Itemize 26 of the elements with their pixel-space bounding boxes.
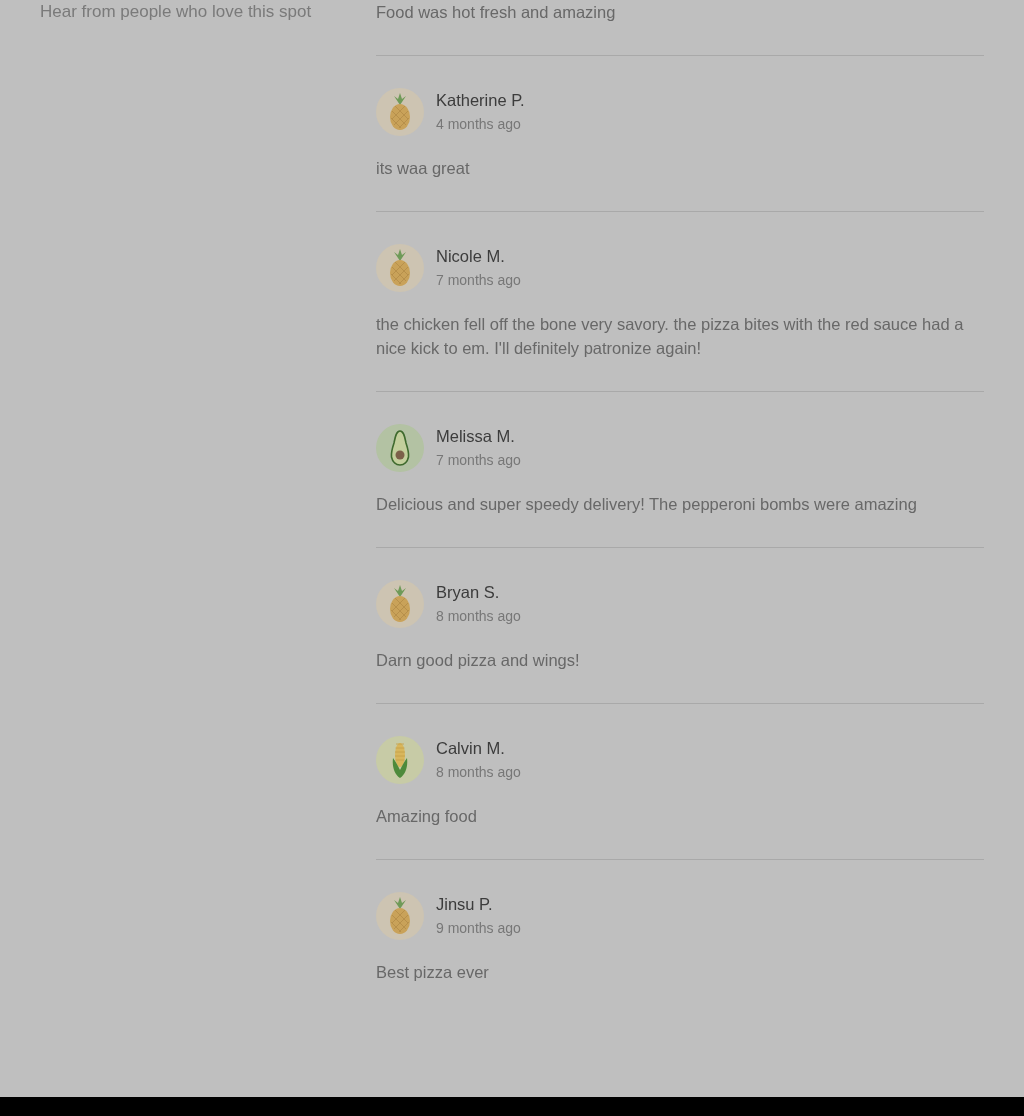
review-date: 7 months ago — [436, 451, 521, 470]
reviewer-name: Calvin M. — [436, 738, 506, 759]
pineapple-icon — [376, 88, 424, 136]
review-text: Delicious and super speedy delivery! The pepperoni bombs were amazing — [376, 494, 918, 515]
review-text: Food was hot fresh and amazing — [376, 2, 617, 23]
avocado-icon — [376, 424, 424, 472]
review-date: 4 months ago — [436, 115, 522, 134]
review-text: Darn good pizza and wings! — [376, 650, 581, 671]
reviewer-name: Jinsu P. — [436, 894, 494, 915]
pineapple-icon — [376, 244, 424, 292]
reviewer-name: Katherine P. — [436, 90, 525, 111]
corn-icon — [376, 736, 424, 784]
pineapple-icon — [376, 892, 424, 940]
review-date: 8 months ago — [436, 763, 521, 782]
reviewer-name: Bryan S. — [436, 582, 501, 603]
review-text: the chicken fell off the bone very savory. the pizza bites with the red sauce had a nice kick to em. I'll definitely patronize again! — [376, 314, 965, 359]
review-date: 8 months ago — [436, 607, 521, 626]
review-text: Best pizza ever — [376, 962, 490, 983]
review-text: Amazing food — [376, 806, 478, 827]
review-text: its waa great — [376, 158, 471, 179]
pineapple-icon — [376, 580, 424, 628]
review-date: 7 months ago — [436, 271, 521, 290]
section-subtitle: Hear from people who love this spot — [40, 1, 313, 23]
reviewer-name: Melissa M. — [436, 426, 516, 447]
review-date: 9 months ago — [436, 919, 521, 938]
reviewer-name: Nicole M. — [436, 246, 506, 267]
